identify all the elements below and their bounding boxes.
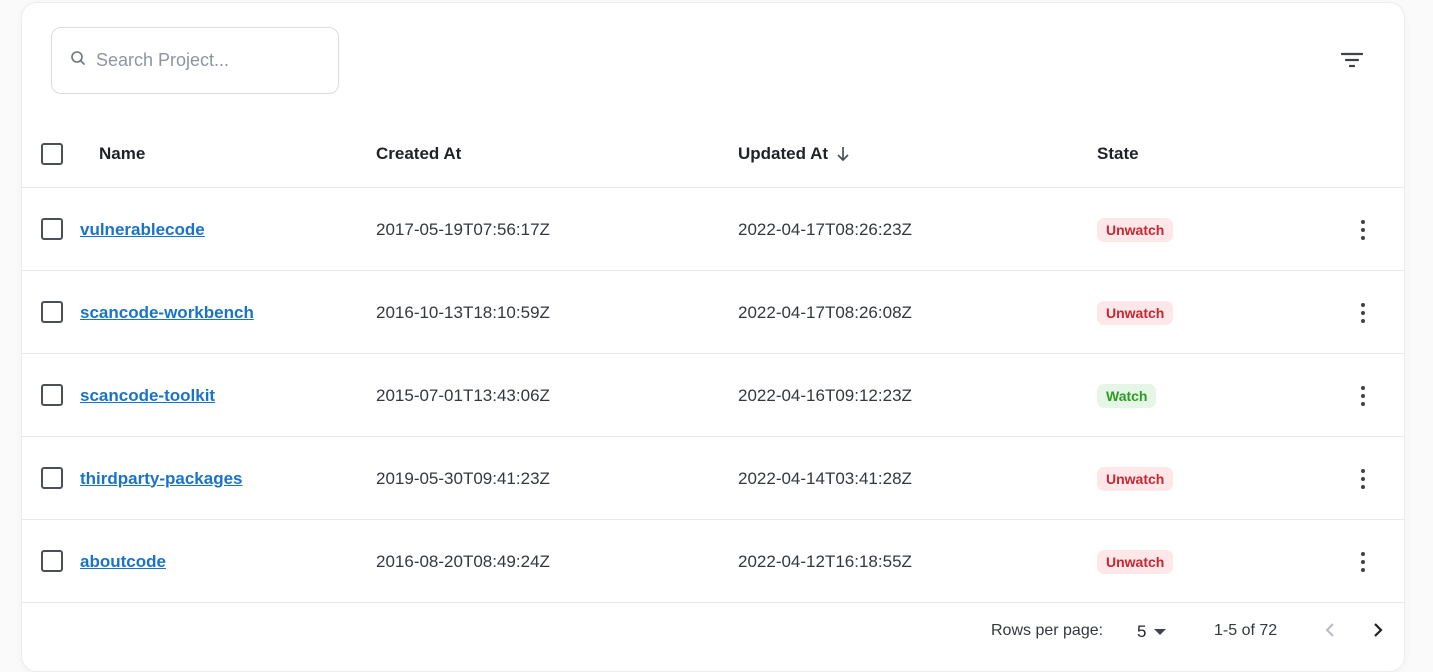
column-header-state[interactable]: State: [1097, 120, 1139, 188]
table-row[interactable]: thirdparty-packages 2019-05-30T09:41:23Z…: [22, 437, 1404, 520]
created-at-value: 2016-08-20T08:49:24Z: [376, 551, 550, 571]
search-box[interactable]: [51, 27, 339, 94]
dropdown-caret-icon: [1154, 629, 1167, 635]
row-checkbox[interactable]: [41, 467, 63, 489]
column-header-name[interactable]: Name: [99, 120, 145, 188]
pagination-range: 1-5 of 72: [1214, 622, 1278, 639]
updated-at-value: 2022-04-12T16:18:55Z: [738, 551, 912, 571]
created-at-value: 2015-07-01T13:43:06Z: [376, 385, 550, 405]
table-row[interactable]: vulnerablecode 2017-05-19T07:56:17Z 2022…: [22, 188, 1404, 271]
rows-per-page-select[interactable]: 5: [1137, 620, 1167, 644]
row-checkbox[interactable]: [41, 550, 63, 572]
state-badge[interactable]: Unwatch: [1097, 300, 1174, 325]
more-vert-icon[interactable]: [1351, 465, 1375, 493]
project-name-link[interactable]: thirdparty-packages: [80, 469, 243, 489]
chevron-right-icon: [1372, 622, 1384, 643]
column-header-created-at-label: Created At: [376, 144, 462, 163]
project-name-link[interactable]: vulnerablecode: [80, 220, 205, 240]
column-header-updated-at-label: Updated At: [738, 144, 829, 163]
filter-button[interactable]: [1337, 47, 1367, 77]
chevron-left-icon: [1324, 622, 1336, 643]
sort-arrow-down-icon: [836, 146, 850, 162]
project-name-link[interactable]: scancode-workbench: [80, 303, 254, 323]
updated-at-value: 2022-04-17T08:26:23Z: [738, 219, 912, 239]
created-at-value: 2019-05-30T09:41:23Z: [376, 468, 550, 488]
projects-table-card: Name Created At Updated At State vulnera…: [21, 2, 1405, 672]
table-row[interactable]: aboutcode 2016-08-20T08:49:24Z 2022-04-1…: [22, 520, 1404, 603]
rows-per-page-value: 5: [1137, 622, 1147, 641]
next-page-button[interactable]: [1363, 617, 1393, 647]
state-badge[interactable]: Watch: [1097, 383, 1157, 408]
state-badge[interactable]: Unwatch: [1097, 217, 1174, 242]
column-header-updated-at[interactable]: Updated At: [738, 120, 850, 188]
rows-per-page-label: Rows per page:: [991, 622, 1104, 639]
select-all-checkbox[interactable]: [41, 143, 63, 165]
more-vert-icon[interactable]: [1351, 548, 1375, 576]
state-badge[interactable]: Unwatch: [1097, 466, 1174, 491]
column-header-name-label: Name: [99, 144, 146, 163]
row-checkbox[interactable]: [41, 301, 63, 323]
table-header-row: Name Created At Updated At State: [22, 120, 1404, 188]
column-header-state-label: State: [1097, 144, 1139, 163]
search-icon: [70, 50, 86, 71]
project-name-link[interactable]: aboutcode: [80, 552, 166, 572]
updated-at-value: 2022-04-16T09:12:23Z: [738, 385, 912, 405]
more-vert-icon[interactable]: [1351, 216, 1375, 244]
more-vert-icon[interactable]: [1351, 299, 1375, 327]
table-row[interactable]: scancode-toolkit 2015-07-01T13:43:06Z 20…: [22, 354, 1404, 437]
updated-at-value: 2022-04-17T08:26:08Z: [738, 302, 912, 322]
updated-at-value: 2022-04-14T03:41:28Z: [738, 468, 912, 488]
filter-icon: [1340, 50, 1364, 75]
previous-page-button[interactable]: [1315, 617, 1345, 647]
search-input[interactable]: [96, 50, 326, 71]
project-name-link[interactable]: scancode-toolkit: [80, 386, 215, 406]
table-row[interactable]: scancode-workbench 2016-10-13T18:10:59Z …: [22, 271, 1404, 354]
created-at-value: 2017-05-19T07:56:17Z: [376, 219, 550, 239]
row-checkbox[interactable]: [41, 218, 63, 240]
row-checkbox[interactable]: [41, 384, 63, 406]
column-header-created-at[interactable]: Created At: [376, 120, 461, 188]
more-vert-icon[interactable]: [1351, 382, 1375, 410]
table-pagination: Rows per page: 5 1-5 of 72: [22, 602, 1404, 662]
created-at-value: 2016-10-13T18:10:59Z: [376, 302, 550, 322]
state-badge[interactable]: Unwatch: [1097, 549, 1174, 574]
